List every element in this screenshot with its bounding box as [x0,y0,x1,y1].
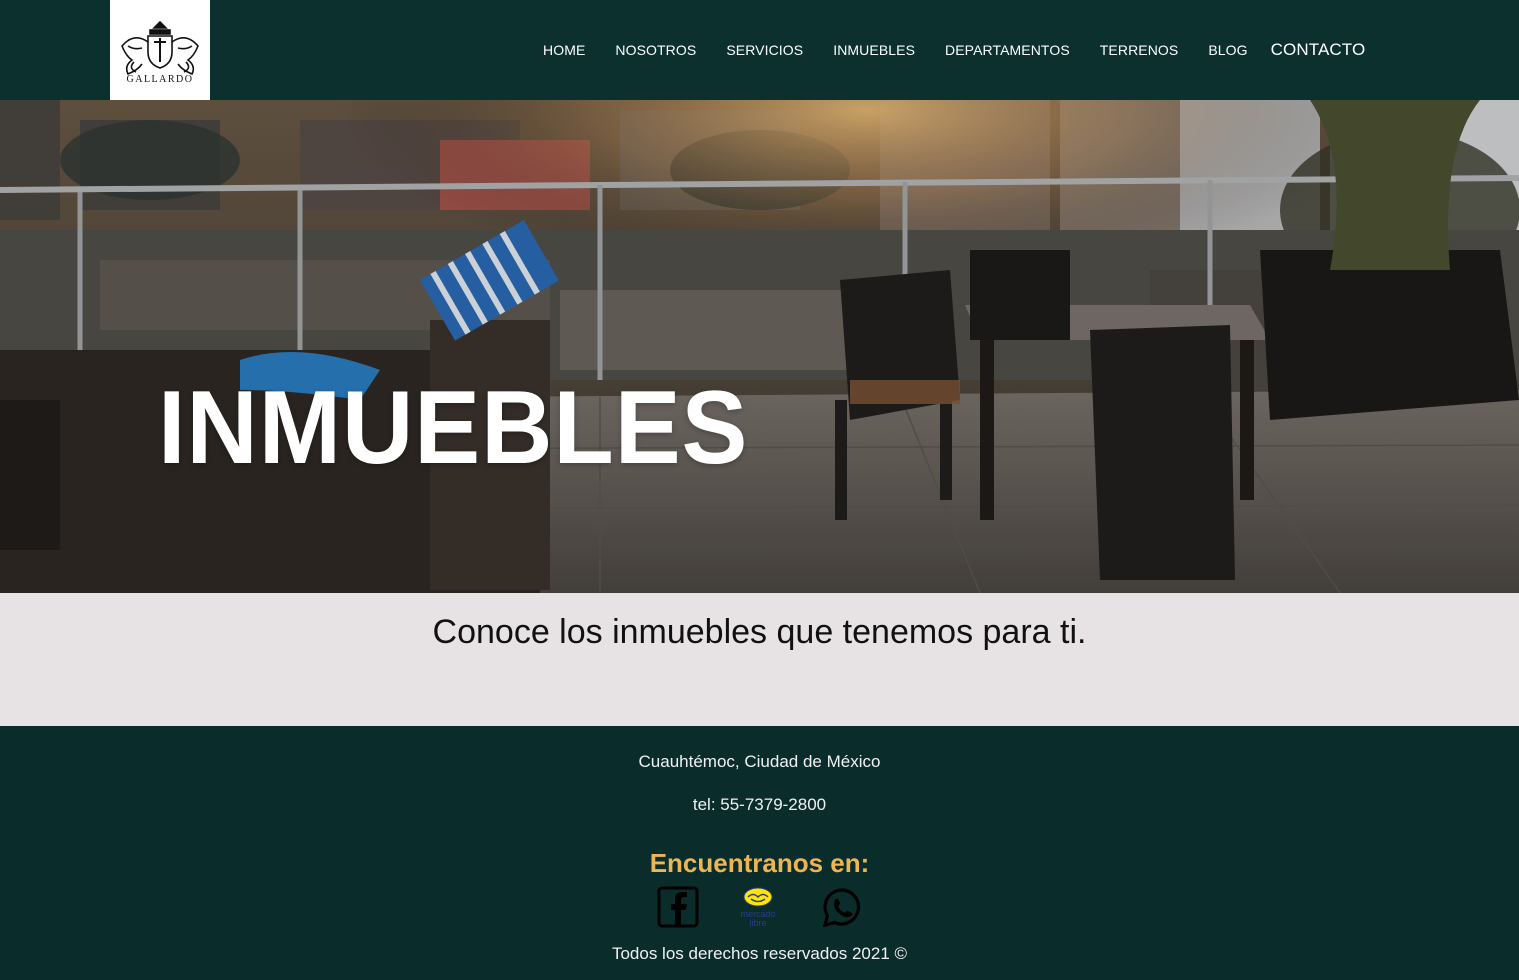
site-header: GALLARDO HOME NOSOTROS SERVICIOS INMUEBL… [0,0,1519,100]
footer-address: Cuauhtémoc, Ciudad de México [638,752,881,771]
nav-contacto[interactable]: CONTACTO [1263,40,1381,60]
nav-servicios[interactable]: SERVICIOS [711,42,818,58]
whatsapp-icon [822,888,861,928]
hero-title: INMUEBLES [158,370,749,486]
find-us-heading: Encuentranos en: [649,848,870,878]
mercado-libre-icon [743,887,773,907]
mercado-libre-label: mercado libre [740,909,776,928]
nav-nosotros[interactable]: NOSOTROS [600,42,711,58]
copyright-text: Todos los derechos reservados 2021 © [611,944,908,963]
facebook-icon [657,886,699,928]
intro-section: Conoce los inmuebles que tenemos para ti… [0,593,1519,726]
rooftop-terrace-image [0,100,1519,593]
social-links: mercado libre [0,886,1519,932]
facebook-link[interactable] [656,886,700,930]
nav-terrenos[interactable]: TERRENOS [1085,42,1194,58]
footer-phone[interactable]: tel: 55-7379-2800 [0,795,1519,815]
logo-text: GALLARDO [126,73,194,85]
coat-of-arms-icon [121,20,199,75]
mercado-libre-link[interactable]: mercado libre [736,886,780,930]
nav-blog[interactable]: BLOG [1193,42,1262,58]
nav-home[interactable]: HOME [528,42,600,58]
main-nav: HOME NOSOTROS SERVICIOS INMUEBLES DEPART… [528,0,1380,100]
site-footer: Cuauhtémoc, Ciudad de México tel: 55-737… [0,726,1519,980]
nav-departamentos[interactable]: DEPARTAMENTOS [930,42,1085,58]
nav-inmuebles[interactable]: INMUEBLES [818,42,930,58]
intro-heading: Conoce los inmuebles que tenemos para ti… [432,613,1087,651]
whatsapp-link[interactable] [820,886,864,930]
brand-logo[interactable]: GALLARDO [110,0,210,100]
hero-banner: INMUEBLES [0,100,1519,593]
